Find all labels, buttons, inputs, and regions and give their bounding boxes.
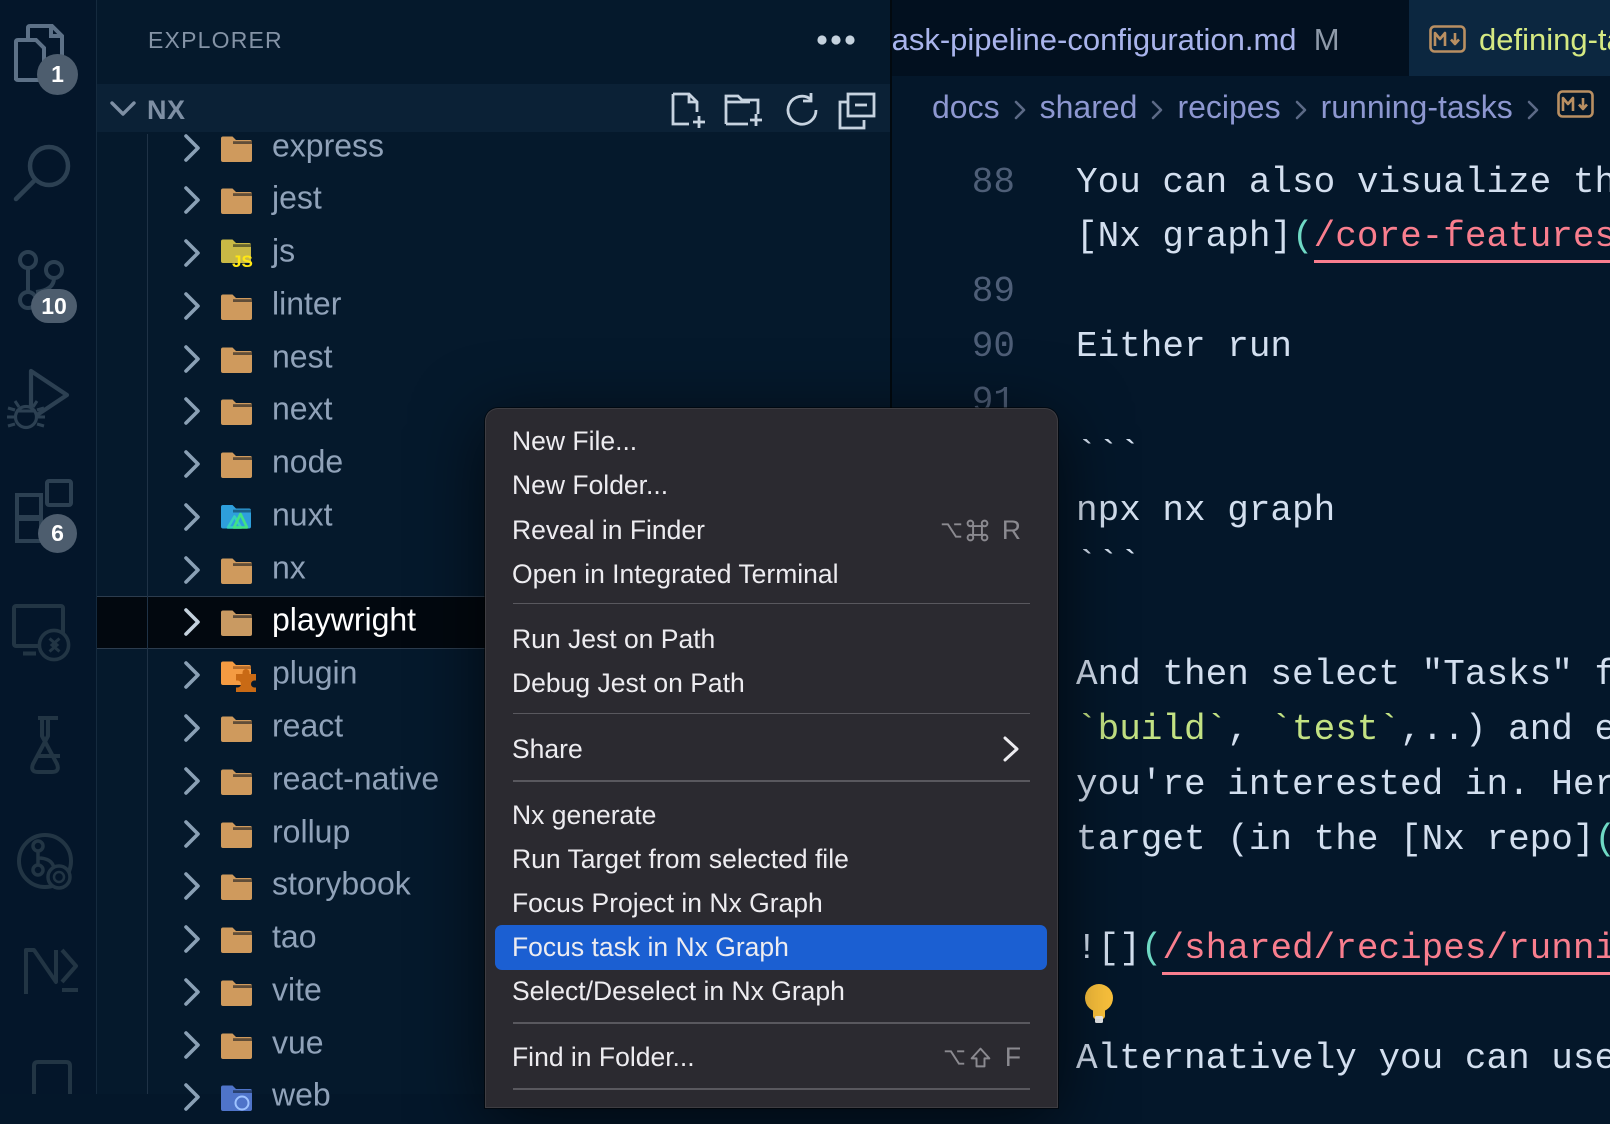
svg-text:JS: JS — [232, 252, 253, 270]
